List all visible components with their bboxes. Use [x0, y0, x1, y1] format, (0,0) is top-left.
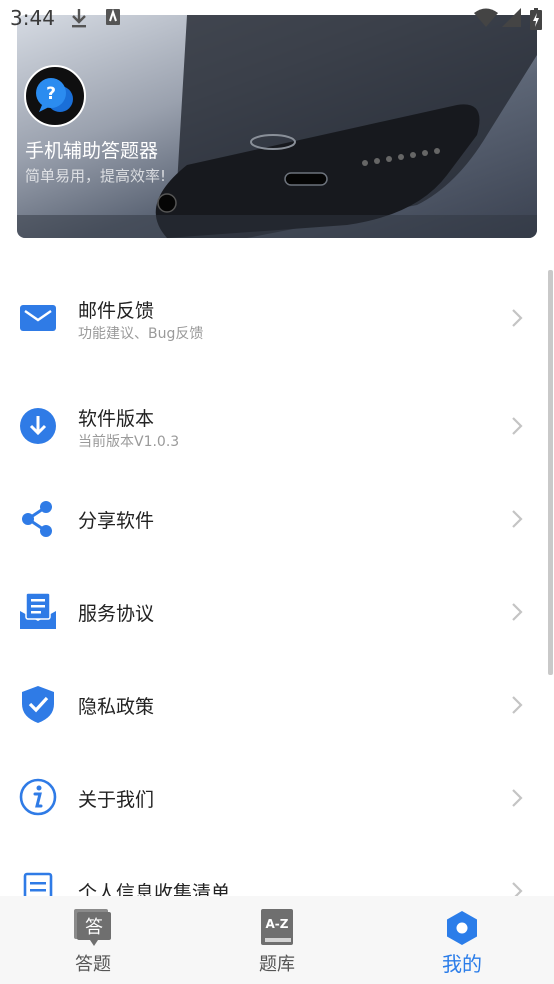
- answer-icon-text: 答: [85, 917, 103, 938]
- download-circle-icon: [20, 408, 56, 444]
- menu-item-service-agreement[interactable]: 服务协议: [0, 566, 548, 656]
- question-bank-icon: A-Z: [261, 909, 293, 945]
- menu-item-software-version[interactable]: 软件版本 当前版本V1.0.3: [0, 380, 548, 470]
- menu-item-subtitle: 当前版本V1.0.3: [78, 434, 180, 450]
- tab-mine-label: 我的: [442, 952, 482, 976]
- mail-icon: [20, 305, 56, 331]
- app-name: 手机辅助答题器: [25, 140, 159, 162]
- list-icon: [23, 872, 53, 896]
- menu-item-title: 隐私政策: [78, 696, 155, 718]
- question-chat-bubble-icon: ?: [36, 78, 73, 112]
- menu-item-title: 软件版本: [78, 408, 155, 430]
- download-icon: [72, 9, 86, 28]
- svg-text:?: ?: [46, 84, 56, 104]
- hero-banner: ? 手机辅助答题器 简单易用，提高效率!: [17, 15, 537, 238]
- signal-icon: [502, 8, 521, 27]
- tab-answer-label: 答题: [75, 954, 111, 975]
- menu-item-privacy-policy[interactable]: 隐私政策: [0, 659, 548, 749]
- battery-icon: [530, 8, 542, 30]
- app-slogan: 简单易用，提高效率!: [25, 167, 167, 185]
- shield-check-icon: [22, 686, 54, 723]
- tab-question-bank[interactable]: A-Z 题库: [217, 896, 337, 984]
- share-icon: [22, 501, 52, 537]
- chevron-right-icon: [512, 510, 523, 528]
- menu-item-title: 服务协议: [78, 603, 155, 625]
- bottom-nav: 答 答题 A-Z 题库 我的: [0, 896, 554, 984]
- notification-icon: [106, 8, 120, 25]
- status-time: 3:44: [10, 6, 55, 30]
- chevron-right-icon: [512, 696, 523, 714]
- tab-answer[interactable]: 答 答题: [33, 896, 153, 984]
- info-icon: [19, 778, 57, 816]
- menu-item-personal-info-list[interactable]: 个人信息收集清单: [0, 845, 548, 896]
- answer-icon: 答: [74, 909, 111, 946]
- tab-question-bank-label: 题库: [259, 954, 295, 975]
- menu-item-title: 关于我们: [78, 789, 155, 811]
- scrollbar[interactable]: [548, 270, 553, 675]
- menu-item-about-us[interactable]: 关于我们: [0, 752, 548, 842]
- chevron-right-icon: [512, 309, 523, 327]
- menu-item-title: 邮件反馈: [78, 300, 155, 322]
- wifi-icon: [474, 8, 498, 27]
- menu-item-share-software[interactable]: 分享软件: [0, 473, 548, 563]
- screen: 3:44 ? 手机辅助答题器 简单易用，提高效率! 邮件反馈 功能建议、Bug反…: [0, 0, 554, 984]
- hexagon-profile-icon: [447, 911, 477, 945]
- chevron-right-icon: [512, 417, 523, 435]
- phone-photo-background: [17, 15, 537, 238]
- chevron-right-icon: [512, 603, 523, 621]
- chevron-right-icon: [512, 882, 523, 896]
- menu-item-title: 个人信息收集清单: [78, 882, 231, 896]
- status-bar: 3:44: [0, 0, 554, 36]
- menu-item-title: 分享软件: [78, 510, 155, 532]
- chevron-right-icon: [512, 789, 523, 807]
- agreement-icon: [20, 592, 56, 629]
- menu-item-subtitle: 功能建议、Bug反馈: [78, 326, 204, 342]
- menu-item-email-feedback[interactable]: 邮件反馈 功能建议、Bug反馈: [0, 270, 548, 360]
- question-bank-icon-text: A-Z: [266, 917, 289, 931]
- app-logo: ?: [24, 65, 86, 127]
- tab-mine[interactable]: 我的: [402, 896, 522, 984]
